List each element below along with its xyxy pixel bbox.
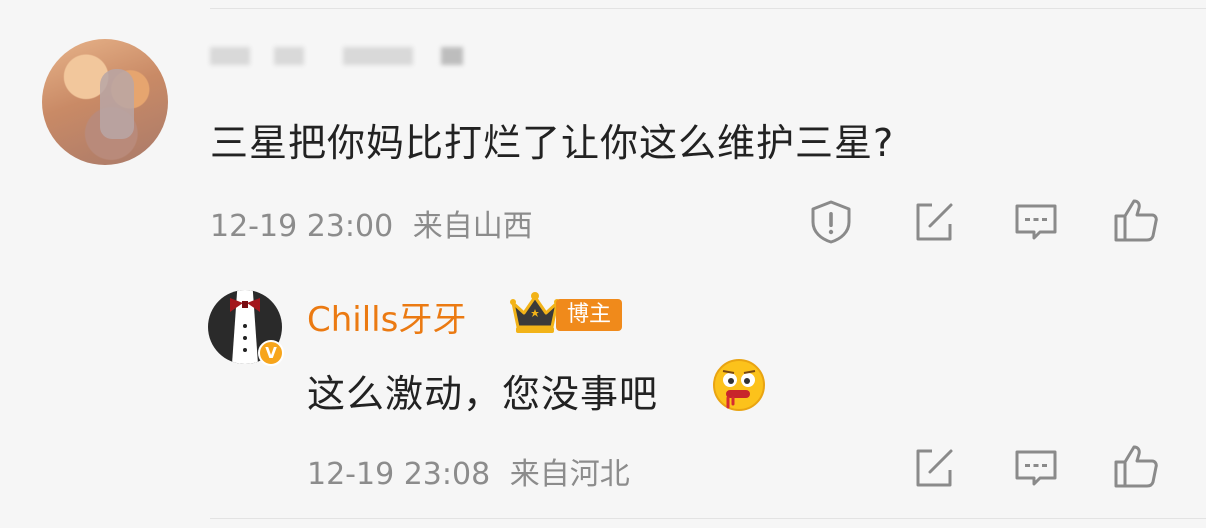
repost-icon[interactable]: [910, 198, 958, 246]
reply-meta: 12-19 23:08 来自河北: [307, 449, 630, 493]
report-icon[interactable]: [807, 198, 855, 246]
reply-location: 来自河北: [509, 457, 630, 492]
verified-badge-icon: V: [258, 340, 284, 366]
reply-like-icon[interactable]: [1112, 442, 1160, 490]
comment-location: 来自山西: [412, 209, 533, 244]
bottom-divider: [210, 518, 1206, 519]
bowtie-icon: [230, 298, 260, 312]
reply-repost-icon[interactable]: [910, 444, 958, 492]
comment-text: 三星把你妈比打烂了让你这么维护三星?: [210, 121, 895, 165]
crown-icon: [510, 292, 560, 333]
like-icon[interactable]: [1112, 196, 1160, 244]
commenter-avatar[interactable]: [42, 39, 168, 165]
blogger-badge: 博主: [556, 299, 622, 331]
shocked-face-emoji-icon: [713, 359, 765, 411]
replier-name[interactable]: Chills牙牙: [307, 292, 466, 341]
reply-comment-icon[interactable]: [1012, 444, 1060, 492]
comment-timestamp: 12-19 23:00: [210, 209, 394, 244]
reply-timestamp: 12-19 23:08: [307, 457, 491, 492]
comment-meta: 12-19 23:00 来自山西: [210, 201, 533, 245]
avatar-bunny-figure: [100, 69, 134, 139]
top-divider: [210, 8, 1206, 9]
comment-icon[interactable]: [1012, 198, 1060, 246]
reply-text: 这么激动，您没事吧: [307, 372, 659, 416]
commenter-name-obscured[interactable]: [210, 40, 463, 80]
